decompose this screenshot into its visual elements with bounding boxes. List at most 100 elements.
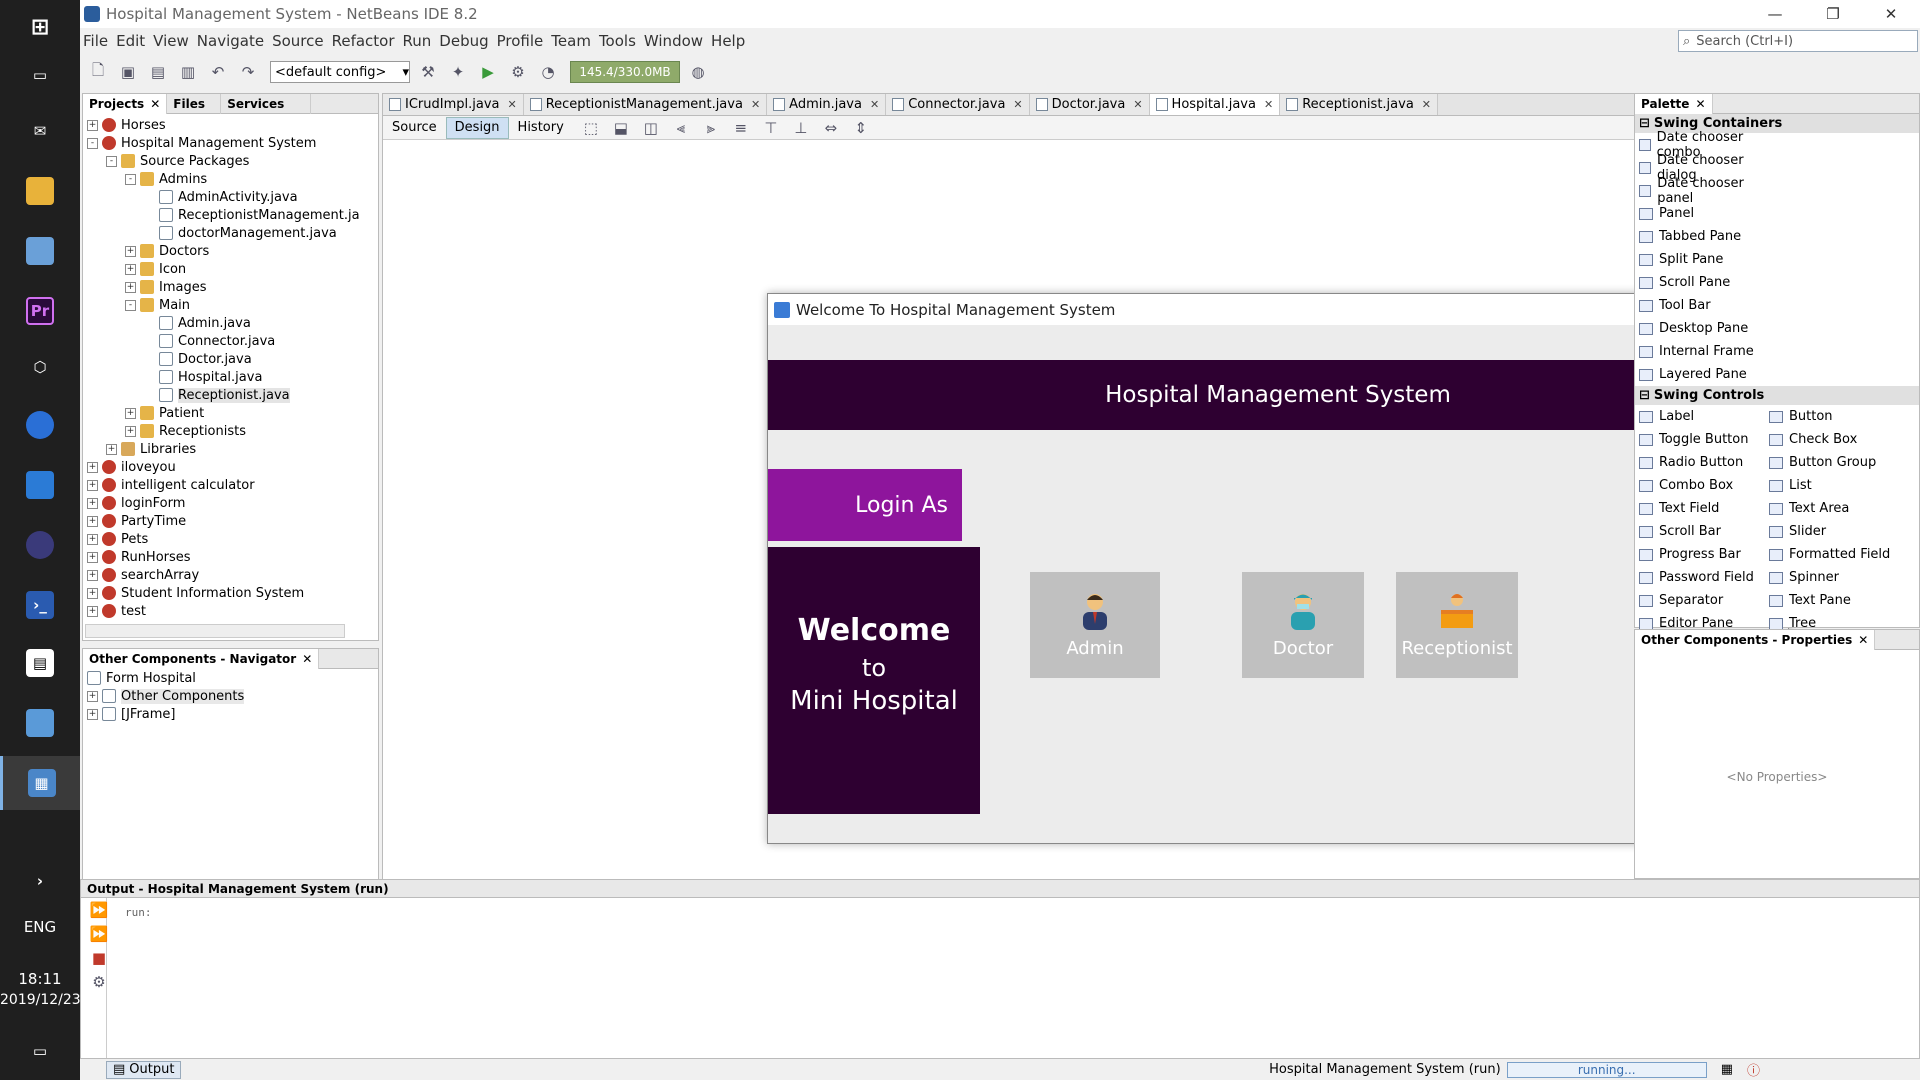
collapse-icon[interactable]: - xyxy=(87,137,98,149)
palette-category-controls[interactable]: ⊟ Swing Controls xyxy=(1635,386,1919,405)
clean-build-icon[interactable]: ✦ xyxy=(446,60,470,84)
menu-help[interactable]: Help xyxy=(711,32,745,50)
editor-tab[interactable]: ICrudImpl.java ✕ xyxy=(383,94,524,115)
expand-icon[interactable]: + xyxy=(87,461,98,473)
tree-item[interactable]: + searchArray xyxy=(83,566,378,584)
close-icon[interactable]: ✕ xyxy=(1695,97,1705,111)
design-mode-button[interactable]: Design xyxy=(445,116,509,139)
palette-item[interactable]: Panel xyxy=(1635,202,1765,225)
undo-icon[interactable]: ↶ xyxy=(206,60,230,84)
palette-item[interactable]: Date chooser panel xyxy=(1635,176,1765,206)
editor-tab[interactable]: Connector.java ✕ xyxy=(886,94,1030,115)
expand-icon[interactable]: + xyxy=(87,551,98,563)
horizontal-scrollbar[interactable] xyxy=(85,624,345,638)
collapse-icon[interactable]: - xyxy=(125,173,136,185)
tree-item[interactable]: + test xyxy=(83,602,378,618)
expand-icon[interactable]: + xyxy=(87,587,98,599)
tab-services[interactable]: Services xyxy=(221,93,312,114)
mail-icon[interactable]: ✉ xyxy=(0,104,80,158)
close-icon[interactable]: ✕ xyxy=(1264,98,1273,111)
new-project-icon[interactable]: ▣ xyxy=(116,60,140,84)
cancel-icon[interactable]: ▦ xyxy=(1721,1062,1733,1077)
language-indicator[interactable]: ENG xyxy=(0,918,80,936)
tree-item[interactable]: + Receptionists xyxy=(83,422,378,440)
design-canvas[interactable]: Welcome To Hospital Management System — … xyxy=(383,140,1789,908)
chevron-right-icon[interactable]: › xyxy=(0,866,80,896)
close-icon[interactable]: ✕ xyxy=(1013,98,1022,111)
nav-item-form[interactable]: Form Hospital xyxy=(83,669,378,687)
align-right-icon[interactable]: ⫸ xyxy=(699,116,723,140)
palette-item[interactable]: Radio Button xyxy=(1635,451,1765,474)
close-icon[interactable]: ✕ xyxy=(507,98,516,111)
tree-item[interactable]: Doctor.java xyxy=(83,350,378,368)
file-explorer-icon[interactable] xyxy=(0,164,80,218)
editor-tab[interactable]: Receptionist.java ✕ xyxy=(1280,94,1439,115)
expand-icon[interactable]: + xyxy=(125,425,136,437)
video-icon[interactable]: ▤ xyxy=(0,636,80,690)
preview-icon[interactable]: ◫ xyxy=(639,116,663,140)
notification-icon[interactable]: ▭ xyxy=(0,1024,80,1078)
premiere-icon[interactable]: Pr xyxy=(0,284,80,338)
tree-item[interactable]: + intelligent calculator xyxy=(83,476,378,494)
selection-mode-icon[interactable]: ⬚ xyxy=(579,116,603,140)
center-h-icon[interactable]: ≡ xyxy=(729,116,753,140)
open-project-icon[interactable]: ▤ xyxy=(146,60,170,84)
app-icon[interactable] xyxy=(0,224,80,278)
build-icon[interactable]: ⚒ xyxy=(416,60,440,84)
menu-view[interactable]: View xyxy=(153,32,189,50)
firefox-icon[interactable] xyxy=(0,398,80,452)
search-box[interactable]: ⌕ Search (Ctrl+I) xyxy=(1678,30,1918,52)
config-select[interactable]: <default config> ▾ xyxy=(270,61,410,83)
palette-item[interactable]: Spinner xyxy=(1765,566,1895,589)
menu-edit[interactable]: Edit xyxy=(116,32,145,50)
expand-icon[interactable]: + xyxy=(125,263,136,275)
memory-indicator[interactable]: 145.4/330.0MB xyxy=(570,61,680,83)
redo-icon[interactable]: ↷ xyxy=(236,60,260,84)
source-mode-button[interactable]: Source xyxy=(383,117,446,139)
expand-icon[interactable]: + xyxy=(87,690,98,702)
palette-item[interactable]: Button xyxy=(1765,405,1895,428)
palette-item[interactable]: Scroll Bar xyxy=(1635,520,1765,543)
close-icon[interactable]: ✕ xyxy=(1862,0,1920,28)
palette-item[interactable]: Tabbed Pane xyxy=(1635,225,1765,248)
palette-item[interactable]: Password Field xyxy=(1635,566,1765,589)
notification-icon[interactable]: ⓘ xyxy=(1747,1060,1760,1079)
close-icon[interactable]: ✕ xyxy=(1422,98,1431,111)
tree-item[interactable]: Receptionist.java xyxy=(83,386,378,404)
expand-icon[interactable]: + xyxy=(125,407,136,419)
align-bottom-icon[interactable]: ⊥ xyxy=(789,116,813,140)
collapse-icon[interactable]: - xyxy=(125,299,136,311)
expand-icon[interactable]: + xyxy=(87,515,98,527)
new-file-icon[interactable]: 🗋 xyxy=(86,60,110,84)
expand-icon[interactable]: + xyxy=(125,245,136,257)
restore-icon[interactable]: ❐ xyxy=(1804,0,1862,28)
palette-item[interactable]: Text Pane xyxy=(1765,589,1895,612)
clock-date[interactable]: 2019/12/23 xyxy=(0,992,81,1008)
tree-item[interactable]: + Patient xyxy=(83,404,378,422)
expand-icon[interactable]: + xyxy=(87,708,98,720)
palette-item[interactable]: List xyxy=(1765,474,1895,497)
menu-file[interactable]: File xyxy=(83,32,108,50)
expand-icon[interactable]: + xyxy=(87,497,98,509)
palette-item[interactable]: Toggle Button xyxy=(1635,428,1765,451)
close-icon[interactable]: ✕ xyxy=(1133,98,1142,111)
editor-tab[interactable]: Admin.java ✕ xyxy=(767,94,887,115)
tree-item[interactable]: + Pets xyxy=(83,530,378,548)
palette-item[interactable]: Button Group xyxy=(1765,451,1895,474)
tree-item[interactable]: doctorManagement.java xyxy=(83,224,378,242)
output-minimized-tab[interactable]: ▤ Output xyxy=(106,1060,182,1079)
tree-item[interactable]: + PartyTime xyxy=(83,512,378,530)
tree-item[interactable]: + iloveyou xyxy=(83,458,378,476)
palette-item[interactable]: Separator xyxy=(1635,589,1765,612)
nav-item-jframe[interactable]: + [JFrame] xyxy=(83,705,378,723)
tree-item[interactable]: + Horses xyxy=(83,116,378,134)
align-left-icon[interactable]: ⫷ xyxy=(669,116,693,140)
tree-item[interactable]: Hospital.java xyxy=(83,368,378,386)
rerun-params-icon[interactable]: ⏩ xyxy=(87,922,111,946)
tree-item[interactable]: - Hospital Management System xyxy=(83,134,378,152)
tree-item[interactable]: + Student Information System xyxy=(83,584,378,602)
resize-h-icon[interactable]: ⇔ xyxy=(819,116,843,140)
menu-navigate[interactable]: Navigate xyxy=(197,32,264,50)
expand-icon[interactable]: + xyxy=(125,281,136,293)
expand-icon[interactable]: + xyxy=(87,533,98,545)
